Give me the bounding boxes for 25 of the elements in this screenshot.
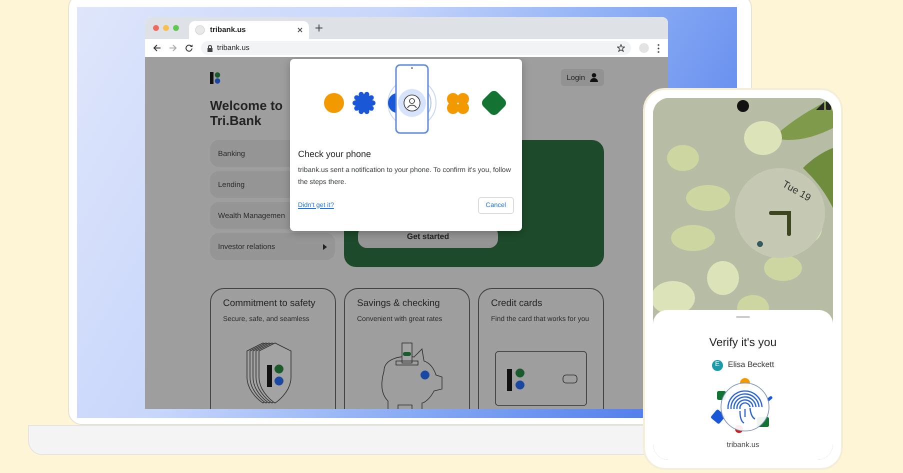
card-title: Credit cards [491, 297, 544, 312]
fingerprint-drawing[interactable] [711, 377, 775, 436]
card-title: Commitment to safety [223, 297, 316, 312]
favicon-icon [195, 25, 205, 35]
camera-icon [737, 100, 749, 112]
signal-icon [816, 102, 824, 110]
account-name: Elisa Beckett [728, 359, 774, 372]
reload-icon[interactable] [185, 44, 193, 52]
chevron-icon [323, 244, 327, 250]
battery-icon [826, 101, 831, 110]
sheet-title: Verify it's you [709, 336, 777, 351]
new-tab-icon[interactable] [315, 24, 323, 32]
card-title: Savings & checking [357, 297, 441, 312]
date-text: Tue 19 [779, 178, 814, 206]
person-icon [590, 73, 598, 82]
lock-icon [207, 44, 213, 52]
page-heading: Welcome to Tri.Bank [210, 98, 284, 128]
close-icon[interactable] [297, 27, 303, 33]
clock-dot-icon [757, 241, 763, 247]
logo-icon[interactable] [210, 72, 221, 84]
drag-handle-icon[interactable] [736, 316, 750, 318]
star-icon[interactable] [617, 44, 625, 52]
menu-icon[interactable] [657, 44, 660, 52]
back-icon[interactable] [153, 44, 161, 52]
clock-hands-icon [769, 210, 793, 236]
